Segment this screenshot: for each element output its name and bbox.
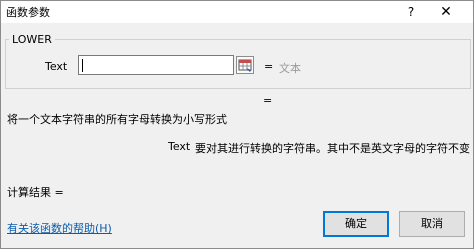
function-help-link[interactable]: 有关该函数的帮助(H)	[7, 220, 112, 236]
argument-type-hint: 文本	[279, 62, 301, 75]
function-result-equals: =	[263, 94, 273, 107]
ok-button[interactable]: 确定	[323, 211, 389, 237]
dialog-title: 函数参数	[6, 6, 50, 19]
calculation-result-label: 计算结果 =	[7, 186, 64, 199]
close-button[interactable]: ✕	[434, 3, 458, 21]
cancel-button[interactable]: 取消	[399, 211, 465, 237]
function-arguments-dialog: 函数参数 ? ✕ LOWER Text = 文本 = 将一个文本字符串的所有字母…	[0, 0, 474, 249]
argument-equals: =	[264, 60, 274, 73]
parameter-description: 要对其进行转换的字符串。其中不是英文字母的字符不变	[195, 142, 470, 155]
function-description: 将一个文本字符串的所有字母转换为小写形式	[7, 113, 227, 126]
help-button[interactable]: ?	[401, 3, 421, 21]
range-select-button[interactable]	[236, 56, 254, 74]
text-caret	[82, 59, 83, 72]
range-select-icon	[238, 59, 252, 72]
function-name: LOWER	[9, 33, 55, 46]
argument-label: Text	[45, 60, 68, 73]
parameter-name: Text	[168, 140, 191, 153]
text-argument-input[interactable]	[78, 55, 234, 75]
title-bar: 函数参数 ? ✕	[1, 1, 473, 23]
